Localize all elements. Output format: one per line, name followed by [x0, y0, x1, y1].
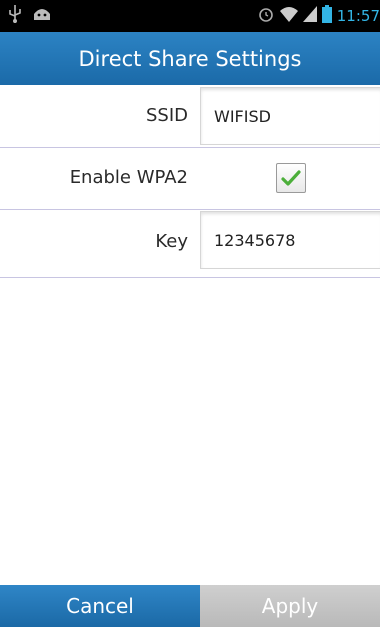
ssid-row: SSID WIFISD — [0, 85, 380, 147]
status-time: 11:57 — [336, 7, 380, 25]
apply-button[interactable]: Apply — [200, 585, 380, 627]
status-bar: 11:57 — [0, 0, 380, 32]
ssid-label: SSID — [145, 105, 188, 126]
key-label: Key — [155, 231, 188, 252]
title-bar: Direct Share Settings — [0, 32, 380, 85]
usb-icon — [8, 4, 22, 28]
divider — [0, 277, 380, 278]
android-icon — [32, 6, 52, 27]
battery-icon — [321, 4, 332, 28]
cancel-button[interactable]: Cancel — [0, 585, 200, 627]
wpa2-row: Enable WPA2 — [0, 147, 380, 209]
wifi-icon — [279, 6, 298, 27]
ssid-input[interactable]: WIFISD — [200, 87, 380, 145]
page-title: Direct Share Settings — [78, 46, 302, 71]
key-row: Key 12345678 — [0, 209, 380, 277]
wpa2-checkbox[interactable] — [276, 163, 306, 193]
checkmark-icon — [281, 170, 301, 186]
signal-icon — [302, 5, 317, 27]
key-input[interactable]: 12345678 — [200, 211, 380, 269]
wpa2-label: Enable WPA2 — [69, 167, 188, 188]
alarm-icon — [257, 5, 275, 28]
